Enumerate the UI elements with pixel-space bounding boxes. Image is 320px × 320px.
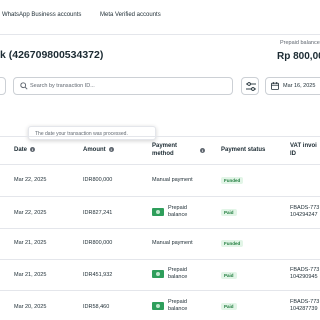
row-3-amount: IDR800,000: [83, 240, 113, 246]
date-range-picker[interactable]: Mar 16, 2025: [265, 77, 320, 95]
row-divider: [0, 259, 320, 260]
sliders-icon: [246, 82, 256, 91]
search-input[interactable]: [30, 78, 226, 94]
column-header-date[interactable]: Date i: [14, 146, 36, 154]
prepaid-balance-icon: [152, 208, 164, 216]
left-dropdown[interactable]: [0, 77, 6, 95]
row-divider: [0, 196, 320, 197]
row-2-amount: IDR827,241: [83, 210, 113, 216]
info-icon[interactable]: i: [108, 147, 114, 152]
row-4-date: Mar 21, 2025: [14, 272, 47, 278]
search-icon: [20, 82, 28, 90]
column-header-vat-invoice-id[interactable]: VAT invoi ID: [290, 142, 317, 158]
row-divider: [0, 290, 320, 291]
row-3-payment-method: Manual payment: [152, 240, 193, 246]
info-icon[interactable]: i: [200, 148, 205, 153]
search-box[interactable]: [13, 77, 233, 95]
tab-meta-verified-accounts[interactable]: Meta Verified accounts: [100, 12, 161, 18]
row-5-status-badge: Paid: [221, 303, 237, 310]
row-1-payment-method: Manual payment: [152, 177, 193, 183]
table-top-divider: [0, 136, 320, 137]
row-2-date: Mar 22, 2025: [14, 210, 47, 216]
row-1-amount: IDR800,000: [83, 177, 113, 183]
prepaid-balance-label: Prepaid balance: [280, 40, 320, 46]
row-5-date: Mar 20, 2025: [14, 304, 47, 310]
column-header-amount[interactable]: Amount i: [83, 146, 114, 154]
tab-whatsapp-business-accounts[interactable]: WhatsApp Business accounts: [2, 12, 81, 18]
table-header-divider: [0, 164, 320, 165]
prepaid-balance-icon: [152, 302, 164, 310]
row-2-payment-method: Prepaid balance: [168, 205, 188, 218]
row-5-vat-invoice[interactable]: FBADS-773 104287739: [290, 299, 319, 313]
filter-button[interactable]: [241, 77, 259, 95]
row-3-status-badge: Funded: [221, 240, 244, 247]
row-2-status-badge: Paid: [221, 209, 237, 216]
date-tooltip: The date your transaction was processed.: [28, 126, 156, 140]
date-range-label: Mar 16, 2025: [283, 83, 316, 89]
calendar-icon: [271, 82, 279, 90]
info-icon[interactable]: i: [30, 147, 36, 152]
column-header-payment-status[interactable]: Payment status: [221, 146, 265, 154]
row-5-payment-method: Prepaid balance: [168, 299, 188, 312]
prepaid-balance-icon: [152, 270, 164, 278]
row-4-payment-method: Prepaid balance: [168, 267, 188, 280]
prepaid-balance-value: Rp 800,000: [277, 51, 320, 62]
account-title: k (426709800534372): [0, 49, 104, 61]
row-1-status-badge: Funded: [221, 177, 244, 184]
row-5-amount: IDR58,460: [83, 304, 110, 310]
row-2-vat-invoice[interactable]: FBADS-773 104294247: [290, 205, 319, 219]
row-4-vat-invoice[interactable]: FBADS-773 104290945: [290, 267, 319, 281]
column-header-payment-method[interactable]: Payment method: [152, 142, 177, 158]
top-tabs: WhatsApp Business accounts Meta Verified…: [0, 0, 320, 35]
row-4-status-badge: Paid: [221, 272, 237, 279]
row-divider: [0, 228, 320, 229]
row-1-date: Mar 22, 2025: [14, 177, 47, 183]
row-3-date: Mar 21, 2025: [14, 240, 47, 246]
row-4-amount: IDR451,932: [83, 272, 113, 278]
